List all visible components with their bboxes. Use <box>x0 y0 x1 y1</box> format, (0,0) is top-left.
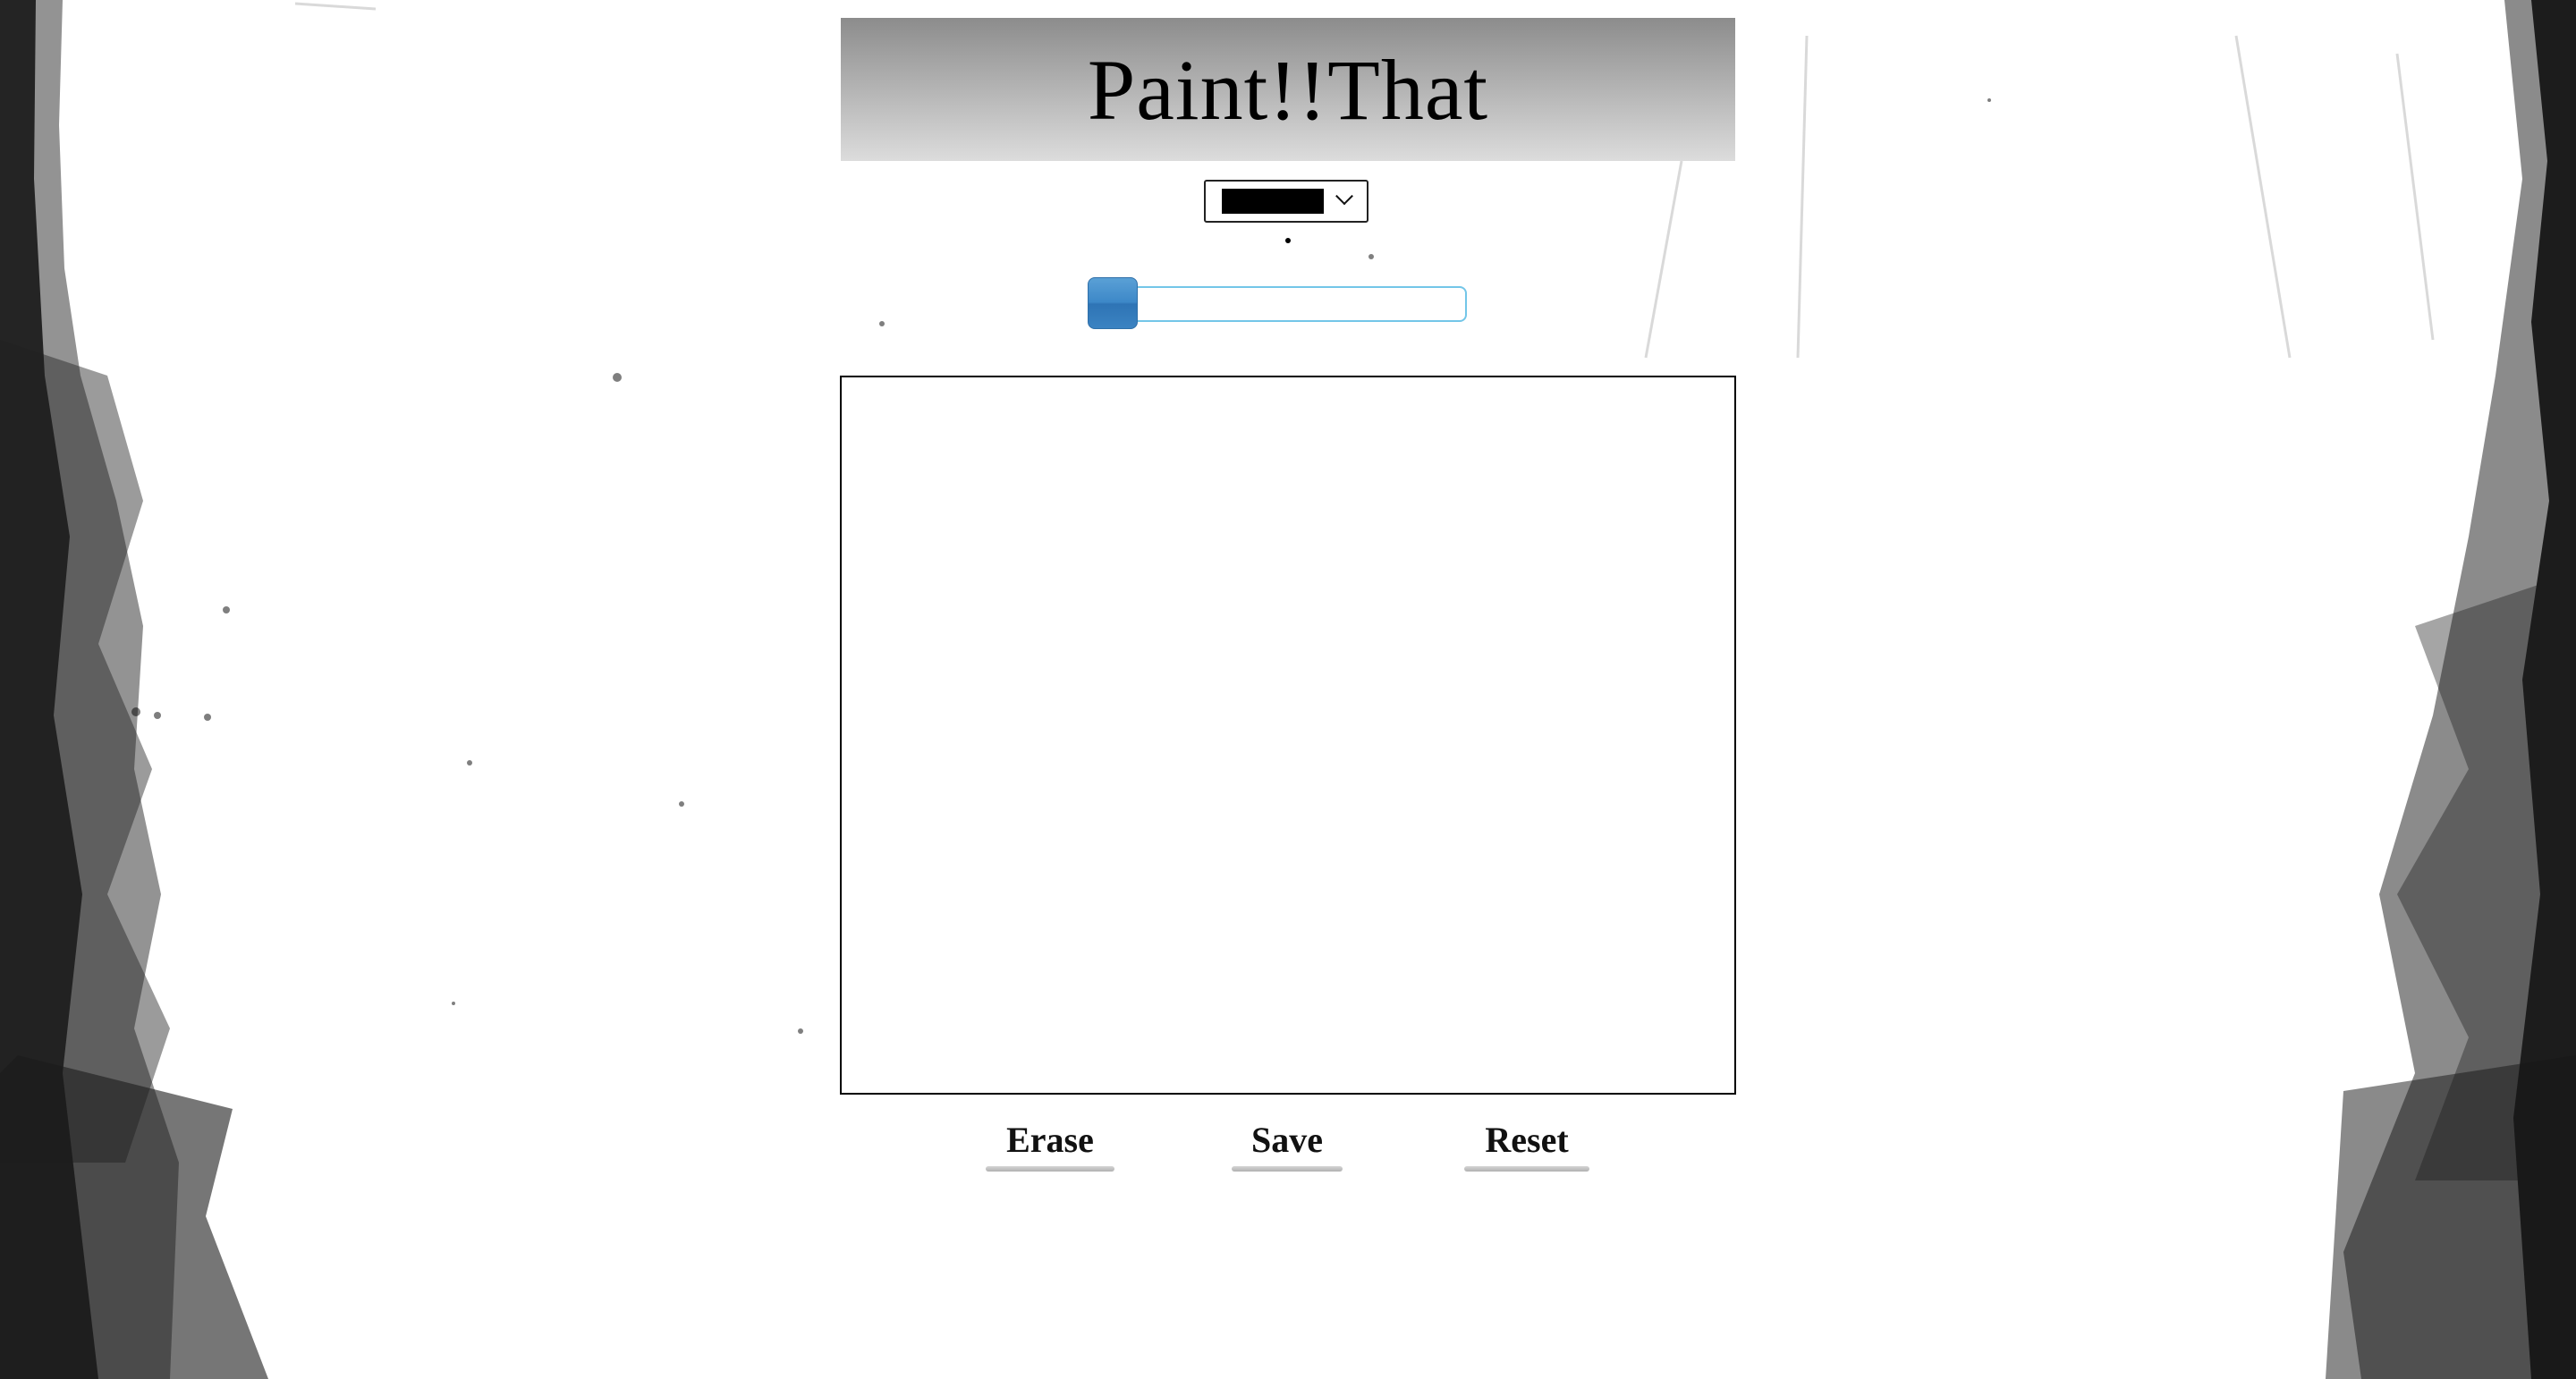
paint-app: Paint!!That Erase Save Reset <box>840 18 1736 1202</box>
erase-button[interactable]: Erase <box>986 1107 1114 1172</box>
chevron-down-icon <box>1335 187 1353 206</box>
brush-size-slider[interactable] <box>1089 286 1467 322</box>
reset-button[interactable]: Reset <box>1464 1107 1589 1172</box>
selected-color-swatch <box>1222 189 1324 214</box>
toolbar <box>841 161 1735 376</box>
app-header: Paint!!That <box>841 18 1735 161</box>
drawing-canvas[interactable] <box>840 376 1736 1095</box>
action-bar: Erase Save Reset <box>841 1095 1735 1202</box>
color-select[interactable] <box>1204 180 1368 223</box>
save-button[interactable]: Save <box>1232 1107 1343 1172</box>
app-title: Paint!!That <box>1087 41 1489 138</box>
brush-size-slider-thumb[interactable] <box>1088 277 1138 329</box>
brush-size-preview-dot <box>1285 238 1291 243</box>
